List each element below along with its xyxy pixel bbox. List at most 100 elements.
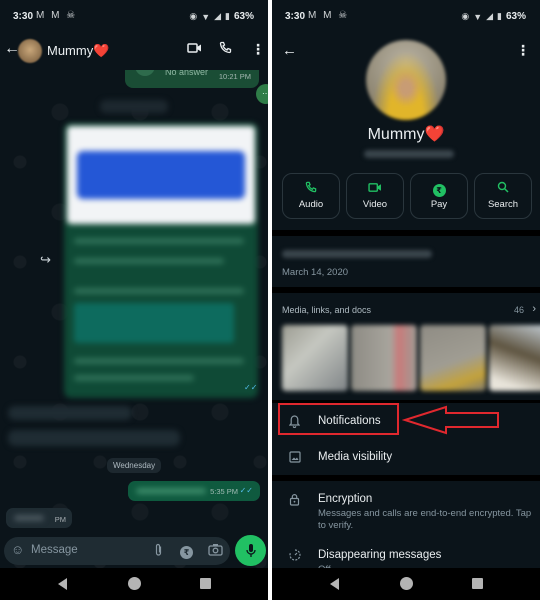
link-text — [74, 303, 234, 343]
signal-icon: ◢ — [486, 11, 494, 21]
date-divider: Wednesday — [107, 458, 162, 473]
highlight-box-notifications — [278, 403, 399, 435]
chat-screen: 3:30 M M ☠ ◉ ▼ ◢ ▮ 63% ← Mummy❤️ ⋮ No an… — [0, 0, 268, 600]
about-date: March 14, 2020 — [282, 267, 349, 278]
image-preview — [67, 126, 255, 224]
phone-icon[interactable] — [219, 41, 232, 57]
message-time: 5:35 PM — [210, 487, 238, 496]
outgoing-message[interactable]: 5:35 PM ✓✓ — [128, 481, 260, 501]
media-thumbnail[interactable] — [351, 325, 417, 391]
action-label: Search — [487, 199, 519, 210]
media-thumbnail[interactable] — [489, 325, 540, 391]
status-time: 3:30 — [13, 11, 34, 22]
mic-button[interactable] — [235, 535, 266, 566]
encryption-row[interactable]: Encryption Messages and calls are end-to… — [272, 483, 540, 533]
attach-icon[interactable] — [154, 543, 163, 560]
phone-number-blurred — [364, 150, 454, 158]
message-text-blurred — [136, 488, 206, 494]
missed-call-time: 10:21 PM — [218, 72, 251, 81]
nav-recents-icon[interactable] — [472, 578, 483, 589]
phone-icon — [283, 181, 339, 195]
video-icon — [347, 181, 403, 195]
incoming-message[interactable]: PM — [6, 508, 72, 528]
message-text-blurred — [14, 515, 44, 521]
read-ticks-icon: ✓✓ — [244, 383, 258, 392]
message-time: PM — [54, 515, 66, 524]
profile-header: ← ⋮ Mummy❤️ Audio Video ₹ Pay Search — [272, 32, 540, 230]
encryption-subtitle: Messages and calls are end-to-end encryp… — [318, 508, 532, 531]
incoming-message[interactable] — [8, 406, 132, 420]
lock-icon — [289, 493, 300, 509]
media-thumbnails — [282, 325, 540, 391]
status-bar: 3:30 M M ☠ ◉ ▼ ◢ ▮ 63% — [272, 0, 540, 32]
nav-home-icon[interactable] — [400, 577, 413, 590]
incoming-message[interactable] — [8, 430, 180, 446]
nav-back-icon[interactable] — [330, 578, 339, 590]
profile-photo[interactable] — [366, 40, 446, 120]
battery-percent: 63% — [505, 11, 526, 22]
date-pill-blurred — [100, 100, 168, 113]
quick-actions: Audio Video ₹ Pay Search — [282, 173, 532, 219]
emoji-icon[interactable]: ☺ — [11, 542, 24, 557]
eye-icon: ◉ — [461, 11, 470, 21]
profile-name: Mummy❤️ — [367, 126, 445, 143]
notification-icons: M M ☠ — [36, 10, 78, 21]
media-visibility-row[interactable]: Media visibility — [272, 441, 540, 477]
about-section[interactable]: March 14, 2020 — [272, 236, 540, 287]
encryption-label: Encryption — [318, 493, 373, 505]
forward-icon[interactable]: ↪ — [40, 252, 51, 268]
image-icon — [289, 451, 301, 466]
action-label: Pay — [430, 199, 448, 210]
status-bar: 3:30 M M ☠ ◉ ▼ ◢ ▮ 63% — [0, 0, 268, 32]
annotation-arrow-icon — [402, 405, 499, 435]
action-label: Video — [362, 199, 388, 210]
about-text-blurred — [282, 250, 432, 258]
status-time: 3:30 — [285, 11, 306, 22]
status-right: ◉ ▼ ◢ ▮ 63% — [189, 11, 254, 22]
timer-icon — [289, 549, 301, 564]
system-nav-bar — [0, 568, 268, 600]
message-input[interactable]: Message — [31, 544, 78, 556]
wifi-icon: ▼ — [201, 11, 211, 22]
chevron-right-icon[interactable]: › — [532, 303, 536, 315]
search-icon — [475, 181, 531, 195]
notification-icons: M M ☠ — [308, 10, 350, 21]
system-nav-bar — [272, 568, 540, 600]
more-vert-icon[interactable]: ⋮ — [516, 42, 530, 59]
signal-icon: ◢ — [214, 11, 222, 21]
back-arrow-icon[interactable]: ← — [282, 42, 297, 59]
action-search-button[interactable]: Search — [474, 173, 532, 219]
nav-back-icon[interactable] — [58, 578, 67, 590]
camera-icon[interactable] — [208, 543, 223, 559]
media-section[interactable]: Media, links, and docs 46 › — [272, 293, 540, 400]
mic-icon — [245, 544, 257, 561]
media-visibility-label: Media visibility — [318, 451, 393, 463]
media-thumbnail[interactable] — [420, 325, 486, 391]
text-line — [74, 238, 244, 244]
action-video-button[interactable]: Video — [346, 173, 404, 219]
avatar[interactable] — [18, 39, 42, 63]
image-message[interactable] — [64, 123, 258, 398]
wifi-icon: ▼ — [473, 11, 483, 22]
action-audio-button[interactable]: Audio — [282, 173, 340, 219]
nav-recents-icon[interactable] — [200, 578, 211, 589]
video-call-icon[interactable] — [187, 41, 202, 57]
battery-icon: ▮ — [497, 11, 502, 21]
media-thumbnail[interactable] — [282, 325, 348, 391]
chat-header: ← Mummy❤️ ⋮ — [0, 32, 268, 70]
nav-home-icon[interactable] — [128, 577, 141, 590]
status-right: ◉ ▼ ◢ ▮ 63% — [461, 11, 526, 22]
text-line — [74, 258, 224, 264]
text-line — [74, 288, 244, 294]
image-banner — [77, 151, 245, 199]
message-composer[interactable]: ☺ Message ₹ — [4, 537, 230, 565]
settings-group-2: Encryption Messages and calls are end-to… — [272, 481, 540, 575]
more-vert-icon[interactable]: ⋮ — [251, 41, 265, 58]
rupee-icon[interactable]: ₹ — [180, 544, 193, 559]
media-count: 46 — [513, 305, 524, 315]
action-pay-button[interactable]: ₹ Pay — [410, 173, 468, 219]
media-title: Media, links, and docs — [282, 305, 372, 315]
battery-icon: ▮ — [225, 11, 230, 21]
text-line — [74, 358, 244, 364]
contact-name[interactable]: Mummy❤️ — [47, 43, 109, 59]
